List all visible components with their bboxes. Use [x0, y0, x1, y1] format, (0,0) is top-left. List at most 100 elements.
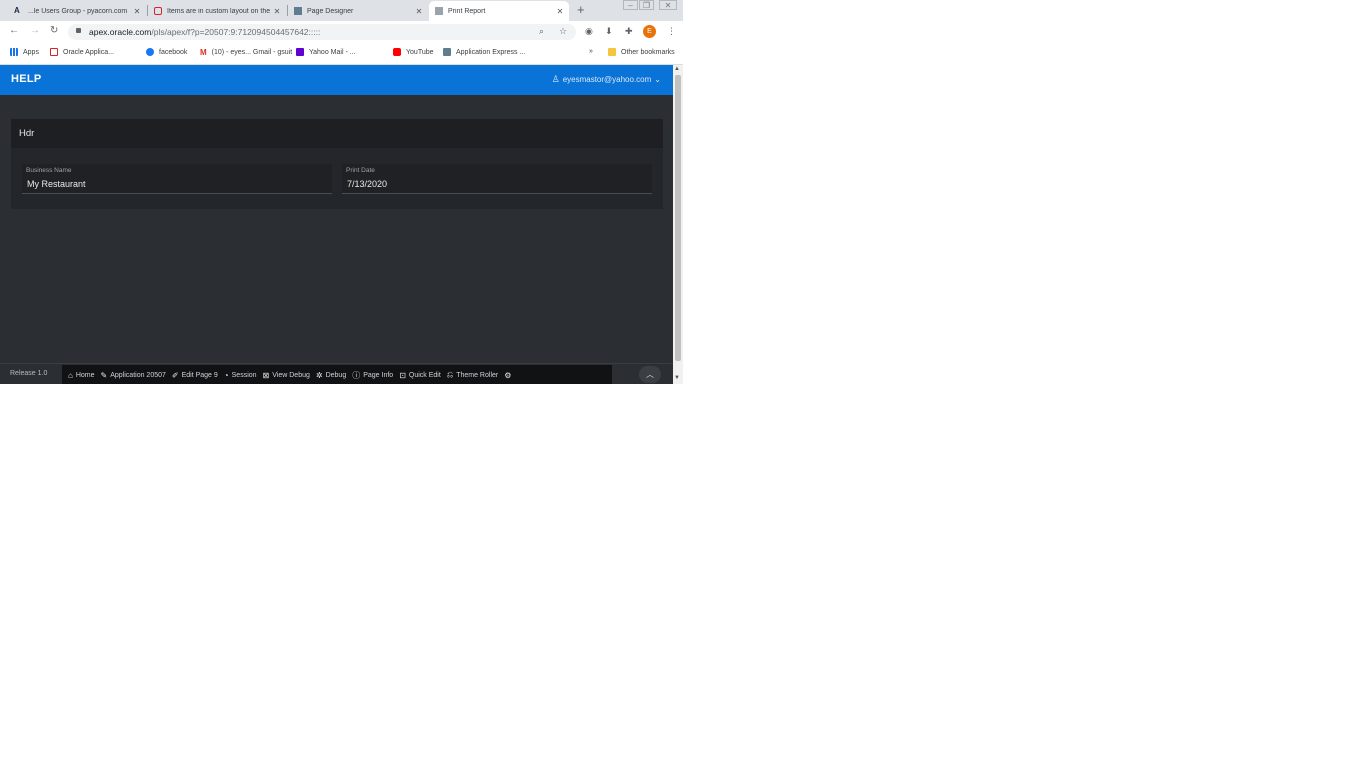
quick-edit-icon: ⊡	[399, 370, 406, 380]
bookmark-label: facebook	[159, 48, 188, 56]
region-title: Hdr	[19, 128, 35, 139]
browser-menu-icon[interactable]: ⋮	[667, 26, 676, 37]
apex-favicon-icon	[443, 48, 451, 56]
tab-close-icon[interactable]: ✕	[555, 7, 565, 16]
reload-icon[interactable]: ↻	[50, 25, 58, 36]
bookmark-gmail[interactable]: M (10) - eyes... Gmail - gsuit	[200, 48, 292, 57]
tab-users-group[interactable]: A ...le Users Group - pyacorn.com ✕	[8, 1, 146, 21]
dev-debug-button[interactable]: ✲ Debug	[316, 371, 346, 380]
chevron-down-icon: ⌄	[654, 75, 661, 84]
scroll-down-icon[interactable]: ▼	[674, 375, 680, 381]
bookmark-application-express[interactable]: Application Express ...	[443, 48, 525, 56]
dev-label: Page Info	[363, 371, 394, 379]
gear-icon: ⚙	[504, 370, 512, 380]
dev-theme-roller-button[interactable]: ⎌ Theme Roller	[447, 370, 498, 380]
page-scrollbar[interactable]: ▲ ▼	[673, 65, 683, 384]
dev-edit-page-button[interactable]: ✐ Edit Page 9	[172, 371, 218, 380]
dev-label: Home	[75, 371, 95, 379]
dev-home-button[interactable]: ⌂ Home	[68, 371, 95, 380]
dev-view-debug-button[interactable]: ⊠ View Debug	[263, 371, 310, 380]
info-icon: ⓘ	[352, 370, 361, 380]
facebook-icon	[146, 48, 154, 56]
url-text[interactable]: apex.oracle.com/pls/apex/f?p=20507:9:712…	[89, 27, 320, 37]
bookmarks-overflow-button[interactable]: »	[589, 48, 593, 55]
tab-print-report[interactable]: Print Report ✕	[429, 1, 569, 21]
profile-avatar[interactable]: E	[643, 25, 656, 38]
apex-favicon-icon	[294, 7, 302, 15]
region-header: Hdr	[11, 119, 663, 148]
back-icon[interactable]: ←	[9, 25, 19, 36]
extension-icon[interactable]: ◉	[585, 26, 593, 37]
tab-title: Print Report	[448, 7, 486, 15]
dev-settings-button[interactable]: ⚙	[504, 371, 514, 380]
business-name-field[interactable]: Business Name My Restaurant	[22, 164, 332, 194]
forward-icon[interactable]: →	[30, 25, 40, 36]
bookmark-yahoo-mail[interactable]: Yahoo Mail - ...	[296, 48, 356, 56]
puzzle-extensions-icon[interactable]: ✚	[625, 26, 633, 37]
tab-strip: A ...le Users Group - pyacorn.com ✕ Item…	[0, 0, 683, 21]
oracle-favicon-icon	[50, 48, 58, 56]
scrollbar-thumb[interactable]	[675, 75, 681, 361]
dev-label: Debug	[325, 371, 347, 379]
url-path: /pls/apex/f?p=20507:9:712094504457642:::…	[151, 27, 321, 37]
field-label: Business Name	[26, 167, 72, 174]
dev-label: Session	[231, 371, 257, 379]
dev-label: Quick Edit	[408, 371, 441, 379]
bookmark-label: Oracle Applica...	[63, 48, 114, 56]
address-bar[interactable]: apex.oracle.com/pls/apex/f?p=20507:9:712…	[68, 24, 576, 40]
bookmark-label: YouTube	[406, 48, 434, 56]
view-debug-icon: ⊠	[262, 370, 270, 380]
bookmark-apps[interactable]: Apps	[10, 48, 39, 56]
tab-title: Items are in custom layout on the ...	[167, 7, 272, 15]
folder-icon	[608, 48, 616, 56]
dev-session-button[interactable]: ◔ Session	[224, 371, 257, 380]
browser-window: A ...le Users Group - pyacorn.com ✕ Item…	[0, 0, 683, 384]
developer-toolbar: ⌂ Home ✎ Application 20507 ✐ Edit Page 9 ◔ S…	[62, 365, 612, 384]
print-date-field[interactable]: Print Date 7/13/2020	[342, 164, 652, 194]
user-email: eyesmastor@yahoo.com	[562, 75, 652, 84]
field-value[interactable]: My Restaurant	[27, 179, 86, 189]
bookmark-label: Other bookmarks	[621, 48, 675, 56]
app-title[interactable]: HELP	[11, 73, 42, 85]
user-menu[interactable]: ♙ eyesmastor@yahoo.com ⌄	[552, 74, 661, 85]
debug-icon: ✲	[315, 370, 323, 380]
dev-application-button[interactable]: ✎ Application 20507	[101, 371, 166, 380]
url-host: apex.oracle.com	[89, 27, 152, 37]
bookmark-label: Application Express ...	[456, 48, 526, 56]
tab-title: ...le Users Group - pyacorn.com	[28, 7, 128, 15]
dev-label: Theme Roller	[456, 371, 499, 379]
oracle-favicon-icon	[154, 7, 162, 15]
zoom-icon[interactable]: ⌕	[539, 26, 544, 37]
bookmark-youtube[interactable]: YouTube	[393, 48, 434, 56]
tab-close-icon[interactable]: ✕	[414, 7, 424, 16]
restore-icon[interactable]: ❐	[639, 0, 654, 10]
apps-grid-icon	[10, 48, 18, 56]
scroll-up-icon[interactable]: ▲	[674, 66, 680, 72]
tab-close-icon[interactable]: ✕	[272, 7, 282, 16]
bookmark-facebook[interactable]: facebook	[146, 48, 187, 56]
tab-close-icon[interactable]: ✕	[132, 7, 142, 16]
bookmark-star-icon[interactable]: ☆	[559, 26, 567, 37]
browser-toolbar: ← → ↻ apex.oracle.com/pls/apex/f?p=20507…	[0, 21, 683, 43]
gmail-icon: M	[200, 48, 207, 57]
bookmark-other-bookmarks[interactable]: Other bookmarks	[608, 48, 675, 56]
scroll-to-top-button[interactable]: ︿	[639, 366, 661, 383]
dev-quick-edit-button[interactable]: ⊡ Quick Edit	[399, 371, 441, 380]
bookmark-label: Yahoo Mail - ...	[309, 48, 356, 56]
tab-page-designer[interactable]: Page Designer ✕	[288, 1, 428, 21]
dev-page-info-button[interactable]: ⓘ Page Info	[352, 370, 393, 381]
page-body: Hdr Business Name My Restaurant Print Da…	[0, 95, 673, 363]
bookmark-oracle-applications[interactable]: Oracle Applica...	[50, 48, 114, 56]
download-icon[interactable]: ⬇	[605, 26, 613, 37]
theme-roller-icon: ⎌	[446, 370, 454, 379]
session-icon: ◔	[223, 370, 229, 380]
app-header: HELP ♙ eyesmastor@yahoo.com ⌄	[0, 65, 673, 95]
user-icon: ♙	[551, 74, 560, 84]
tab-custom-layout[interactable]: Items are in custom layout on the ... ✕	[148, 1, 286, 21]
new-tab-button[interactable]: +	[577, 2, 585, 17]
dev-label: Application 20507	[110, 371, 166, 379]
close-window-icon[interactable]: ✕	[659, 0, 677, 10]
minimize-icon[interactable]: –	[623, 0, 638, 10]
edit-icon: ✎	[100, 370, 108, 380]
field-value[interactable]: 7/13/2020	[347, 179, 387, 189]
